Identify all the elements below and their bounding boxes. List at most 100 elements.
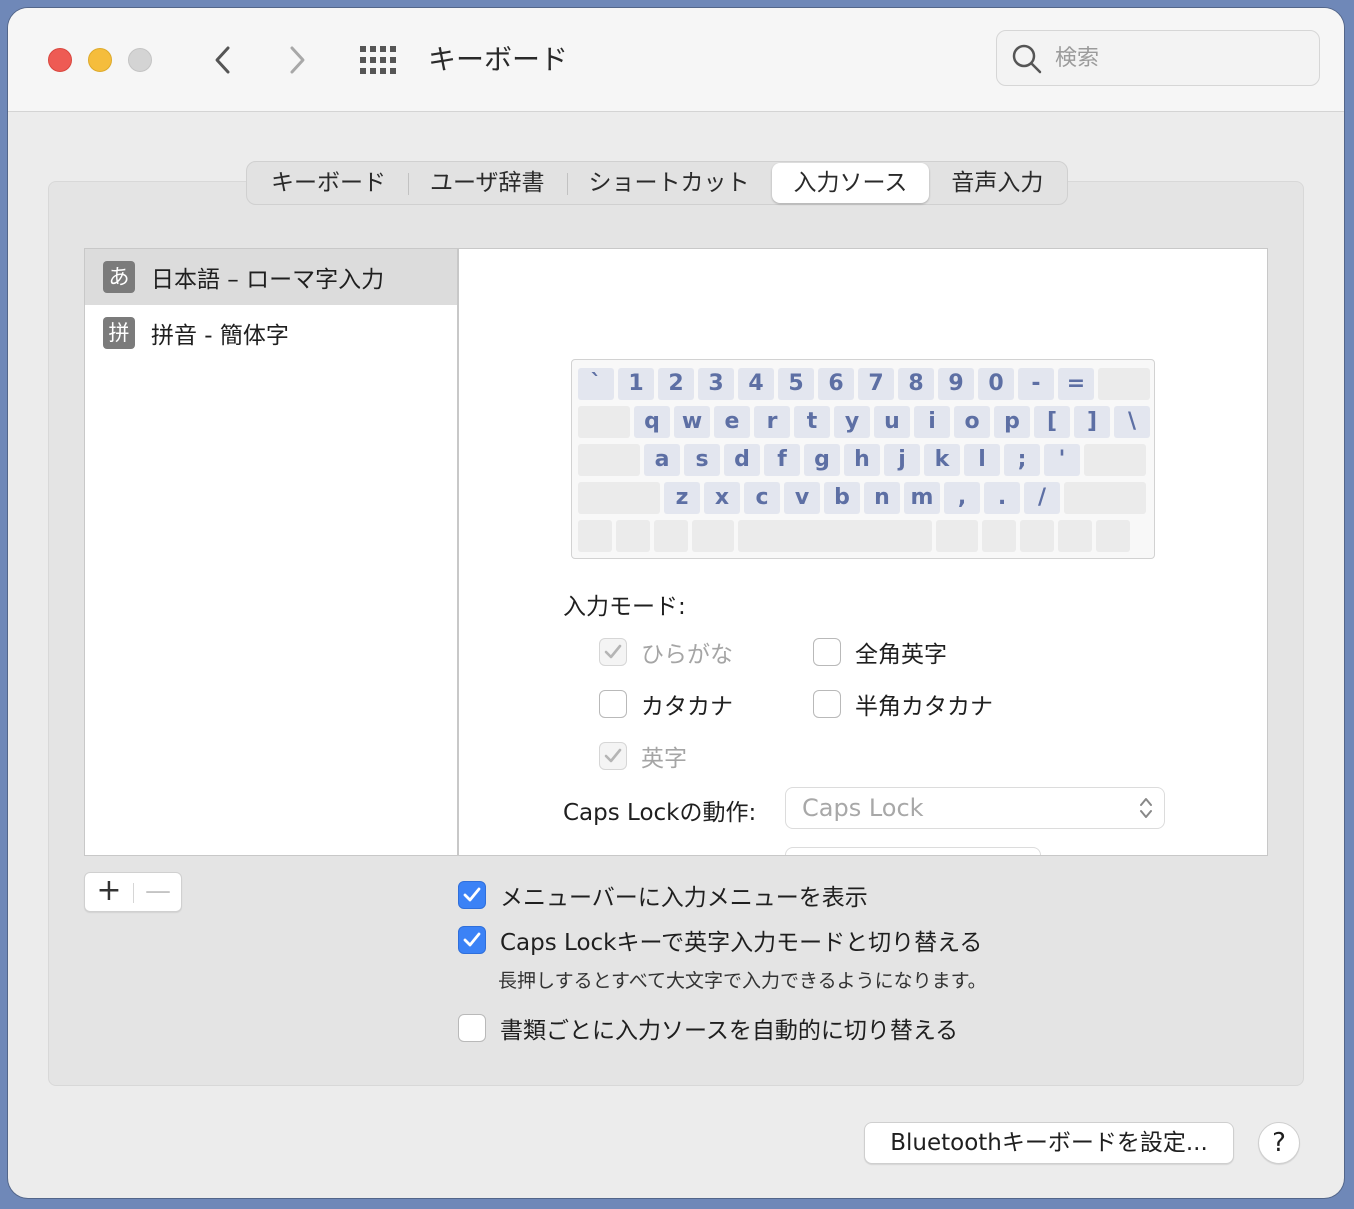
romaji-option[interactable]: 英字 — [599, 739, 687, 773]
input-source-detail: ` 1 2 3 4 5 6 7 8 9 0 - = q w e r t y u … — [458, 248, 1268, 856]
hiragana-checkbox[interactable] — [599, 638, 627, 666]
key: 4 — [738, 368, 774, 400]
checkmark-icon — [604, 748, 622, 763]
caps-lock-switch-option[interactable]: Caps Lockキーで英字入力モードと切り替える — [458, 923, 982, 957]
show-input-menu-option[interactable]: メニューバーに入力メニューを表示 — [458, 878, 868, 912]
key: e — [714, 406, 750, 438]
key: [ — [1034, 406, 1070, 438]
key: k — [924, 444, 960, 476]
key: . — [984, 482, 1020, 514]
forward-button[interactable] — [276, 40, 316, 80]
key: q — [634, 406, 670, 438]
key: m — [904, 482, 940, 514]
auto-switch-option[interactable]: 書類ごとに入力ソースを自動的に切り替える — [458, 1011, 958, 1045]
key: ; — [1004, 444, 1040, 476]
key: v — [784, 482, 820, 514]
help-button[interactable]: ? — [1258, 1122, 1300, 1164]
key: 1 — [618, 368, 654, 400]
minimize-button[interactable] — [88, 48, 112, 72]
hiragana-label: ひらがな — [641, 642, 733, 668]
auto-switch-label: 書類ごとに入力ソースを自動的に切り替える — [500, 1018, 959, 1044]
key: j — [884, 444, 920, 476]
list-item-pinyin[interactable]: 拼 拼音 - 簡体字 — [85, 305, 457, 361]
pinyin-icon: 拼 — [103, 317, 135, 349]
key: , — [944, 482, 980, 514]
show-input-menu-label: メニューバーに入力メニューを表示 — [500, 885, 868, 911]
key-right — [1096, 520, 1130, 552]
key-updown — [1058, 520, 1092, 552]
show-all-grid-icon[interactable] — [358, 44, 398, 76]
key-shift-right — [1064, 482, 1146, 514]
key-control — [616, 520, 650, 552]
key: 6 — [818, 368, 854, 400]
fullwidth-roman-option[interactable]: 全角英字 — [813, 635, 947, 669]
tab-user-dictionary[interactable]: ユーザ辞書 — [408, 163, 567, 203]
add-input-source-button[interactable]: + — [85, 873, 133, 911]
key-command — [692, 520, 734, 552]
list-item-label: 拼音 - 簡体字 — [151, 323, 289, 349]
key: 8 — [898, 368, 934, 400]
tab-keyboard[interactable]: キーボード — [249, 163, 408, 203]
setup-bluetooth-keyboard-button[interactable]: Bluetoothキーボードを設定... — [864, 1122, 1234, 1164]
hiragana-a-icon: あ — [103, 261, 135, 293]
window-title: キーボード — [428, 43, 569, 76]
list-item-japanese[interactable]: あ 日本語 – ローマ字入力 — [85, 249, 457, 305]
chevron-right-icon — [290, 46, 305, 74]
tab-input-sources[interactable]: 入力ソース — [771, 163, 930, 203]
halfwidth-katakana-label: 半角カタカナ — [855, 694, 993, 720]
key-shift-left — [578, 482, 660, 514]
romaji-checkbox[interactable] — [599, 742, 627, 770]
zoom-button[interactable] — [128, 48, 152, 72]
key: l — [964, 444, 1000, 476]
key-option-right — [982, 520, 1016, 552]
halfwidth-katakana-option[interactable]: 半角カタカナ — [813, 687, 993, 721]
key: o — [954, 406, 990, 438]
key: p — [994, 406, 1030, 438]
tab-dictation[interactable]: 音声入力 — [929, 163, 1065, 203]
katakana-option[interactable]: カタカナ — [599, 687, 733, 721]
key: g — [804, 444, 840, 476]
remove-input-source-button[interactable]: — — [135, 873, 181, 911]
caps-lock-behavior-label: Caps Lockの動作: — [563, 800, 757, 826]
key-return — [1084, 444, 1146, 476]
key: ] — [1074, 406, 1110, 438]
input-source-list: あ 日本語 – ローマ字入力 拼 拼音 - 簡体字 — [84, 248, 458, 856]
key: d — [724, 444, 760, 476]
caps-lock-behavior-select[interactable]: Caps Lock — [785, 787, 1165, 829]
tab-bar: キーボード ユーザ辞書 ショートカット 入力ソース 音声入力 — [246, 161, 1069, 205]
fullwidth-roman-checkbox[interactable] — [813, 638, 841, 666]
katakana-label: カタカナ — [641, 694, 733, 720]
key: / — [1024, 482, 1060, 514]
katakana-checkbox[interactable] — [599, 690, 627, 718]
caps-lock-note: 長押しするとすべて大文字で入力できるようになります。 — [498, 970, 987, 992]
key: w — [674, 406, 710, 438]
key: f — [764, 444, 800, 476]
checkmark-icon — [463, 887, 481, 902]
key-fn — [578, 520, 612, 552]
tab-shortcuts[interactable]: ショートカット — [566, 163, 772, 203]
hiragana-option[interactable]: ひらがな — [599, 635, 733, 669]
key: y — [834, 406, 870, 438]
keyboard-layout-preview: ` 1 2 3 4 5 6 7 8 9 0 - = q w e r t y u … — [571, 359, 1155, 559]
search-field[interactable] — [996, 30, 1320, 86]
search-input[interactable] — [1055, 41, 1305, 75]
key: 5 — [778, 368, 814, 400]
key: - — [1018, 368, 1054, 400]
romaji-label: 英字 — [641, 746, 687, 772]
key-left — [1020, 520, 1054, 552]
key: b — [824, 482, 860, 514]
halfwidth-katakana-checkbox[interactable] — [813, 690, 841, 718]
key: 9 — [938, 368, 974, 400]
auto-switch-checkbox[interactable] — [458, 1014, 486, 1042]
chevron-left-icon — [215, 46, 230, 74]
back-button[interactable] — [204, 40, 244, 80]
key: a — [644, 444, 680, 476]
key-caps — [578, 444, 640, 476]
caps-lock-switch-label: Caps Lockキーで英字入力モードと切り替える — [500, 930, 983, 956]
caps-lock-switch-checkbox[interactable] — [458, 926, 486, 954]
key-delete — [1098, 368, 1150, 400]
show-input-menu-checkbox[interactable] — [458, 881, 486, 909]
close-button[interactable] — [48, 48, 72, 72]
key-tab — [578, 406, 630, 438]
key-command-right — [936, 520, 978, 552]
